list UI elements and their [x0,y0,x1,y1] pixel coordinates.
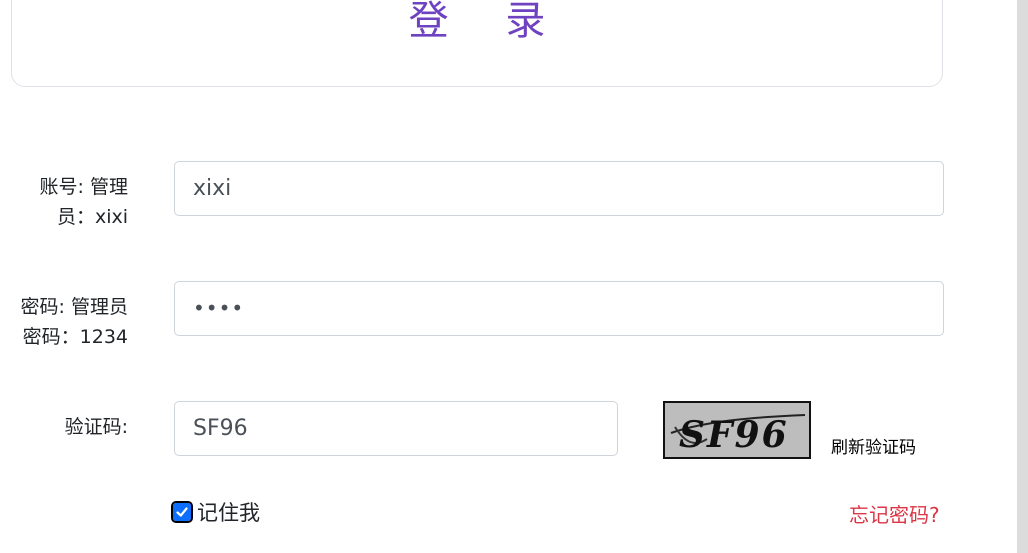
account-input[interactable]: xixi [174,161,944,216]
password-input-value: •••• [193,296,245,320]
password-label-line1: 密码: 管理员 [20,296,128,318]
page-title: 登 录 [408,0,568,44]
refresh-captcha-link[interactable]: 刷新验证码 [831,433,916,458]
captcha-input-value: SF96 [193,416,248,441]
password-label-line2: 密码：1234 [22,326,128,348]
password-label: 密码: 管理员 密码：1234 [21,292,128,352]
title-card: 登 录 [11,0,943,87]
forgot-password-link[interactable]: 忘记密码? [849,499,940,528]
account-label-line2: 员：xixi [56,206,128,228]
captcha-label: 验证码: [64,416,128,438]
password-input[interactable]: •••• [174,281,944,336]
captcha-input[interactable]: SF96 [174,401,618,456]
remember-label: 记住我 [197,501,260,525]
account-label-line1: 账号: 管理 [39,176,128,198]
remember-checkbox[interactable] [171,501,193,523]
account-label: 账号: 管理 员：xixi [40,172,128,232]
captcha-image[interactable]: SF96 [663,401,811,459]
captcha-image-text: SF96 [679,414,789,456]
remember-me[interactable]: 记住我 [171,497,260,527]
checkmark-icon [173,503,191,521]
account-input-value: xixi [193,176,232,201]
scrollbar[interactable] [1017,0,1028,553]
